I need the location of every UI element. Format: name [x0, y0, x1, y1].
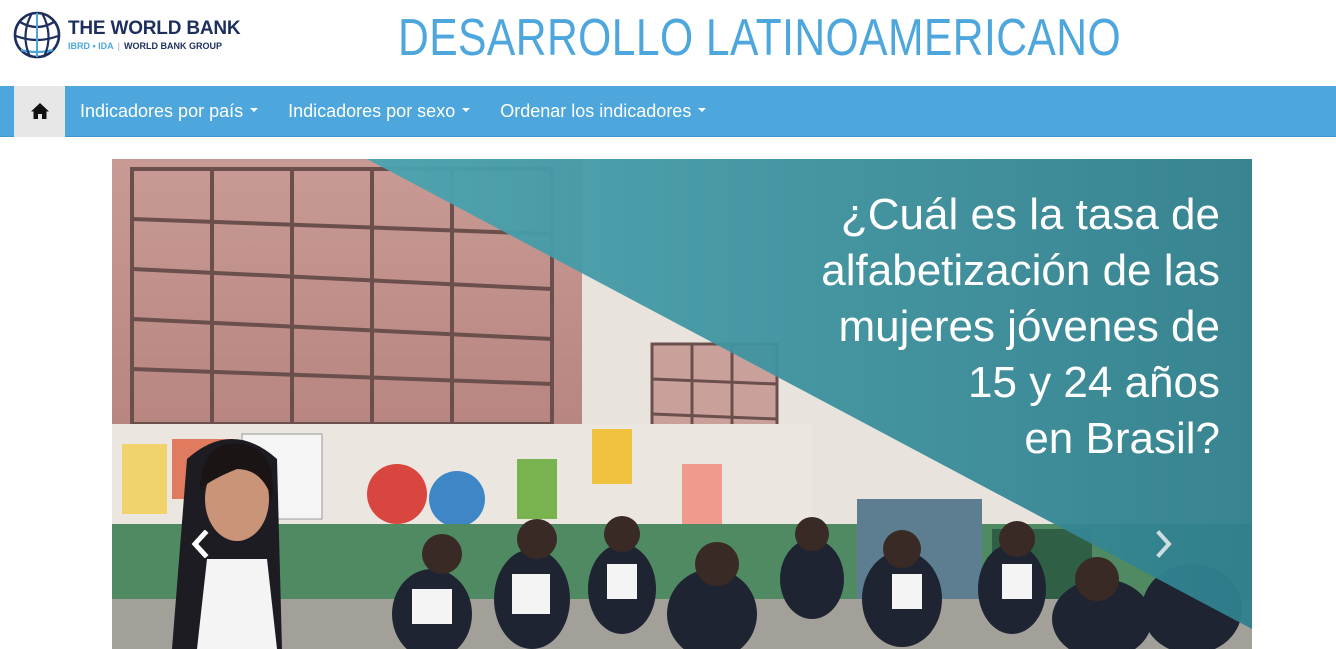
caption-line: mujeres jóvenes de	[838, 302, 1220, 351]
caret-down-icon	[250, 108, 259, 112]
chevron-right-icon	[1156, 530, 1172, 558]
nav-dropdown-indicadores-sexo[interactable]: Indicadores por sexo	[273, 86, 485, 137]
logo-group: WORLD BANK GROUP	[124, 41, 222, 51]
nav-dropdown-indicadores-pais[interactable]: Indicadores por país	[65, 86, 273, 137]
caption-line: 15 y 24 años	[968, 358, 1220, 407]
caption-line: en Brasil?	[1024, 414, 1220, 463]
nav-label: Ordenar los indicadores	[500, 100, 692, 121]
caption-line: alfabetización de las	[821, 246, 1220, 295]
caret-down-icon	[698, 108, 707, 112]
nav-label: Indicadores por país	[80, 100, 244, 121]
main-navbar: Indicadores por país Indicadores por sex…	[0, 85, 1336, 137]
home-icon	[30, 103, 49, 119]
carousel-prev-button[interactable]	[180, 524, 220, 564]
globe-logo-icon	[13, 11, 61, 59]
world-bank-logo[interactable]: THE WORLD BANK IBRD • IDA | WORLD BANK G…	[12, 9, 241, 61]
logo-ibrd-ida: IBRD • IDA	[68, 41, 114, 51]
caption-line: ¿Cuál es la tasa de	[840, 190, 1220, 239]
nav-dropdown-ordenar-indicadores[interactable]: Ordenar los indicadores	[485, 86, 721, 137]
nav-label: Indicadores por sexo	[288, 100, 456, 121]
logo-separator: |	[117, 41, 120, 51]
caret-down-icon	[462, 108, 471, 112]
chevron-left-icon	[191, 530, 209, 558]
site-header: THE WORLD BANK IBRD • IDA | WORLD BANK G…	[0, 0, 1336, 86]
logo-name: THE WORLD BANK	[68, 18, 241, 39]
home-button[interactable]	[14, 85, 65, 137]
hero-carousel: ¿Cuál es la tasa de alfabetización de la…	[112, 159, 1252, 649]
site-title: DESARROLLO LATINOAMERICANO	[398, 9, 1122, 67]
slide-caption: ¿Cuál es la tasa de alfabetización de la…	[660, 187, 1220, 467]
carousel-next-button[interactable]	[1144, 524, 1184, 564]
